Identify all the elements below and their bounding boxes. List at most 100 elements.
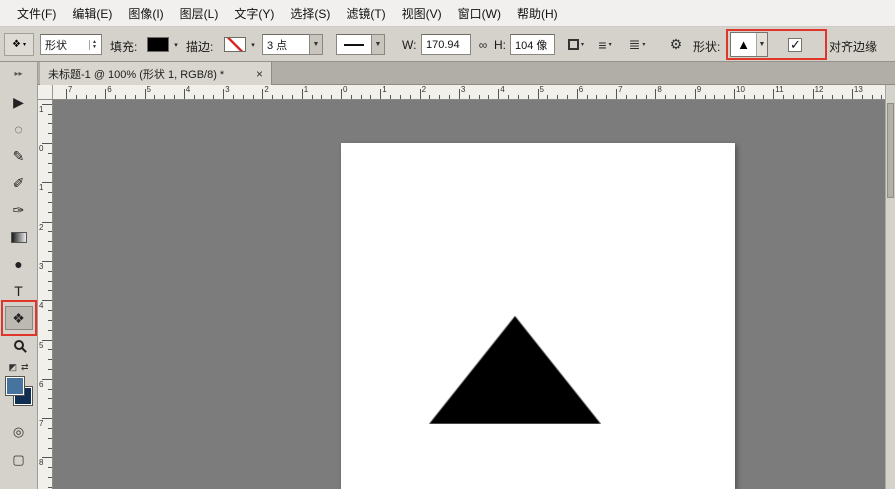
tool-preset-picker[interactable]: ❖ ▾ — [4, 33, 34, 56]
horizontal-ruler[interactable]: 765432101234567891011121314 — [53, 85, 885, 100]
path-arrangement-button[interactable]: ≣ ▾ — [624, 34, 650, 55]
vertical-ruler[interactable]: 1012345678 — [38, 100, 53, 489]
toolbar-extras: ◎▢ — [0, 421, 37, 471]
gear-icon: ⚙ — [670, 36, 683, 53]
custom-shape-icon: ❖ — [12, 39, 21, 50]
color-controls: ◩⇄ — [0, 360, 37, 375]
width-input[interactable]: 170.94 — [421, 34, 471, 55]
ruler-tick — [734, 89, 735, 99]
brush-tool[interactable]: ✐ — [5, 171, 33, 195]
ruler-tick — [42, 182, 52, 183]
width-label: W: — [402, 38, 416, 52]
chevron-down-icon: ▾ — [609, 41, 612, 48]
color-swatches — [0, 375, 37, 417]
stroke-width-dropdown-icon[interactable]: ▼ — [309, 34, 323, 55]
path-alignment-icon: ≡ — [598, 37, 606, 53]
ruler-label: 1 — [382, 85, 386, 94]
eyedropper-tool[interactable]: ✎ — [5, 144, 33, 168]
tool-mode-select[interactable]: 形状 ▲▼ — [40, 34, 102, 55]
menu-help[interactable]: 帮助(H) — [510, 1, 565, 26]
menu-file[interactable]: 文件(F) — [10, 1, 63, 26]
fill-dropdown-icon[interactable]: ▾ — [171, 40, 181, 50]
zoom-tool[interactable] — [5, 333, 33, 357]
menu-layer[interactable]: 图层(L) — [173, 1, 226, 26]
quick-mask-button[interactable]: ◎ — [5, 421, 33, 443]
shape-picker[interactable]: ▲ ▼ — [730, 32, 768, 57]
menu-view[interactable]: 视图(V) — [395, 1, 449, 26]
ruler-tick — [42, 457, 52, 458]
ruler-corner[interactable] — [38, 85, 53, 100]
type-tool[interactable]: T — [5, 279, 33, 303]
ruler-tick — [42, 222, 52, 223]
gradient-tool[interactable] — [5, 225, 33, 249]
menu-select[interactable]: 选择(S) — [283, 1, 337, 26]
gradient-icon — [11, 232, 27, 243]
menu-edit[interactable]: 编辑(E) — [65, 1, 119, 26]
stroke-style-dropdown-icon[interactable]: ▼ — [371, 34, 385, 55]
ruler-tick — [42, 418, 52, 419]
ruler-tick — [42, 261, 52, 262]
tab-bar: 未标题-1 @ 100% (形状 1, RGB/8) * × — [38, 62, 895, 85]
swap-colors-icon[interactable]: ⇄ — [21, 362, 29, 373]
ruler-label: 7 — [68, 85, 72, 94]
move-tool[interactable]: ▶ — [5, 90, 33, 114]
ruler-tick — [223, 89, 224, 99]
chevron-down-icon[interactable]: ▼ — [756, 33, 767, 56]
path-operations-button[interactable]: ▾ — [564, 34, 588, 55]
lasso-tool[interactable]: ◌ — [5, 117, 33, 141]
vertical-scrollbar[interactable] — [885, 85, 895, 489]
foreground-color-swatch[interactable] — [6, 377, 24, 395]
clone-stamp-tool[interactable]: ✑ — [5, 198, 33, 222]
ruler-tick — [42, 300, 52, 301]
tools-panel: ▸▸ ▶◌✎✐✑●T❖ ◩⇄ ◎▢ — [0, 62, 38, 489]
menu-bar: 文件(F)编辑(E)图像(I)图层(L)文字(Y)选择(S)滤镜(T)视图(V)… — [0, 0, 895, 27]
default-colors-icon[interactable]: ◩ — [8, 362, 17, 373]
triangle-shape-layer[interactable] — [429, 316, 601, 424]
ruler-tick — [380, 89, 381, 99]
stepper-arrows-icon[interactable]: ▲▼ — [89, 40, 97, 50]
triangle-shape[interactable] — [429, 316, 601, 424]
document-tab[interactable]: 未标题-1 @ 100% (形状 1, RGB/8) * × — [40, 62, 272, 85]
link-dimensions-icon[interactable]: ∞ — [474, 34, 492, 55]
custom-shape-tool[interactable]: ❖ — [5, 306, 33, 330]
scrollbar-thumb[interactable] — [887, 103, 894, 198]
stroke-label: 描边: — [186, 38, 213, 55]
ruler-label: 4 — [39, 301, 43, 310]
tool-mode-value: 形状 — [45, 37, 85, 53]
triangle-shape-icon: ▲ — [731, 33, 756, 56]
document-canvas[interactable] — [341, 143, 735, 489]
ruler-tick — [105, 89, 106, 99]
ruler-label: 8 — [39, 458, 43, 467]
height-label: H: — [494, 38, 506, 52]
stroke-dropdown-icon[interactable]: ▾ — [248, 40, 258, 50]
align-edges-checkbox[interactable] — [788, 38, 802, 52]
ruler-label: 7 — [618, 85, 622, 94]
menu-filter[interactable]: 滤镜(T) — [339, 1, 392, 26]
stroke-style-select[interactable] — [336, 34, 372, 55]
ruler-tick — [813, 89, 814, 99]
height-input[interactable]: 104 像 — [510, 34, 555, 55]
blur-tool[interactable]: ● — [5, 252, 33, 276]
fill-color-swatch[interactable] — [147, 37, 169, 52]
fill-label: 填充: — [110, 38, 137, 55]
ruler-tick — [773, 89, 774, 99]
ruler-label: 12 — [815, 85, 824, 94]
ruler-tick — [695, 89, 696, 99]
ruler-label: 5 — [39, 341, 43, 350]
ruler-tick — [145, 89, 146, 99]
canvas-viewport[interactable] — [53, 100, 885, 489]
shape-options-button[interactable]: ⚙ — [664, 34, 688, 55]
menu-image[interactable]: 图像(I) — [121, 1, 170, 26]
toolbar-collapse-button[interactable]: ▸▸ — [0, 62, 37, 84]
path-alignment-button[interactable]: ≡ ▾ — [594, 34, 616, 55]
tool-list: ▶ ◌ ✎ ✐ ✑ ● T ❖ — [0, 84, 37, 357]
stroke-width-input[interactable]: 3 点 — [262, 34, 310, 55]
chevron-down-icon: ▾ — [23, 41, 26, 48]
ruler-label: 2 — [422, 85, 426, 94]
stroke-width-value: 3 点 — [267, 37, 287, 53]
stroke-color-swatch[interactable] — [224, 37, 246, 52]
menu-window[interactable]: 窗口(W) — [451, 1, 508, 26]
close-icon[interactable]: × — [256, 67, 263, 81]
menu-type[interactable]: 文字(Y) — [227, 1, 281, 26]
screen-mode-button[interactable]: ▢ — [5, 449, 33, 471]
